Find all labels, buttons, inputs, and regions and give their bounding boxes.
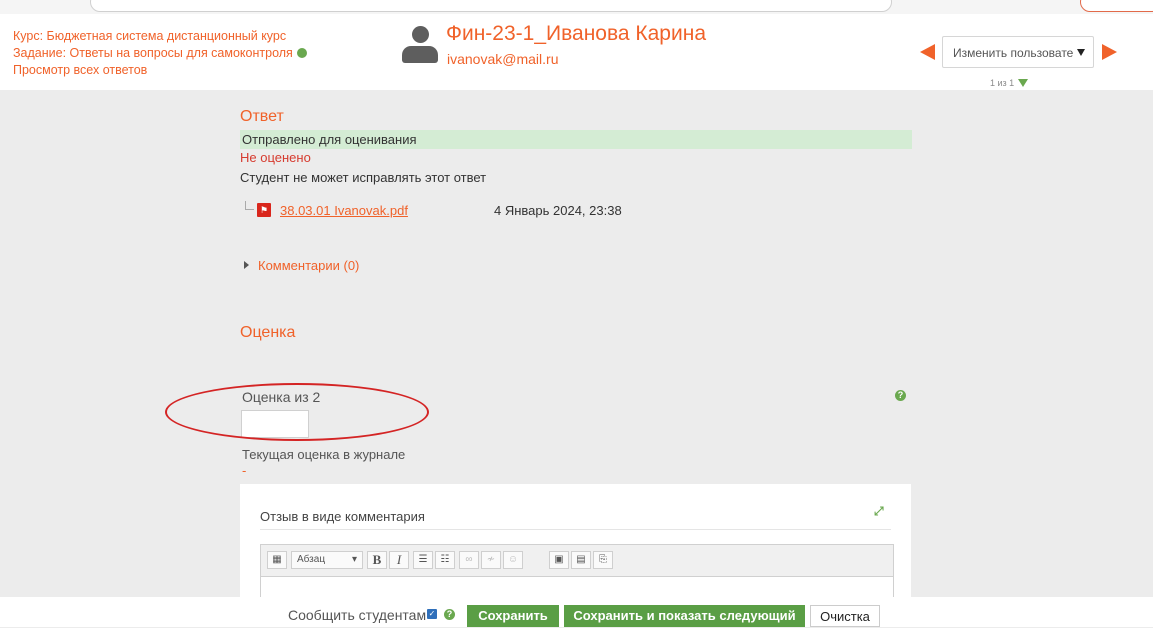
file-tree-connector	[245, 201, 254, 210]
chevron-down-icon: ▾	[351, 554, 357, 565]
image-icon[interactable]: ▣	[549, 551, 569, 569]
view-all-submissions-link[interactable]: Просмотр всех ответов	[13, 62, 307, 79]
toolbar-toggle-icon[interactable]: ▦	[267, 551, 287, 569]
submission-file-link[interactable]: 38.03.01 Ivanovak.pdf	[280, 203, 408, 218]
next-user-arrow-icon[interactable]	[1102, 44, 1117, 60]
divider	[260, 529, 891, 530]
profile-button[interactable]	[1080, 0, 1153, 12]
emoticon-icon[interactable]: ☺	[503, 551, 523, 569]
editor-toolbar: ▦ Абзац ▾ B I ☰ ☷ ∞ ≁ ☺ ▣ ▤ ⎘	[260, 544, 894, 577]
avatar-head-shape	[412, 26, 429, 43]
edit-status: Студент не может исправлять этот ответ	[240, 170, 487, 185]
manage-files-icon[interactable]: ⎘	[593, 551, 613, 569]
course-link[interactable]: Курс: Бюджетная система дистанционный ку…	[13, 28, 307, 45]
user-name[interactable]: Фин-23-1_Иванова Карина	[446, 22, 706, 46]
comments-toggle[interactable]: Комментарии (0)	[244, 258, 359, 273]
breadcrumb: Курс: Бюджетная система дистанционный ку…	[13, 28, 307, 79]
help-icon[interactable]: ?	[444, 609, 455, 620]
filter-icon[interactable]	[1018, 79, 1029, 87]
paragraph-format-label: Абзац	[297, 554, 326, 565]
media-icon[interactable]: ▤	[571, 551, 591, 569]
grade-heading: Оценка	[240, 324, 296, 341]
user-email[interactable]: ivanovak@mail.ru	[447, 51, 558, 67]
grader-header: Курс: Бюджетная система дистанционный ку…	[0, 14, 1153, 90]
grading-actions-bar: Сообщить студентам ✓ ? Сохранить Сохрани…	[0, 597, 1153, 627]
gear-icon[interactable]	[296, 48, 307, 58]
annotation-circle	[165, 383, 429, 441]
assignment-link-label: Задание: Ответы на вопросы для самоконтр…	[13, 46, 293, 60]
avatar	[402, 26, 438, 66]
pager: 1 из 1	[990, 78, 1029, 88]
pager-text: 1 из 1	[990, 78, 1015, 88]
current-grade-value: -	[242, 463, 247, 478]
save-and-next-button[interactable]: Сохранить и показать следующий	[564, 605, 805, 627]
chevron-down-icon	[1077, 49, 1085, 56]
unlink-icon[interactable]: ≁	[481, 551, 501, 569]
help-icon[interactable]: ?	[895, 390, 906, 401]
paragraph-format-select[interactable]: Абзац ▾	[291, 551, 363, 569]
notify-students-label: Сообщить студентам	[288, 607, 427, 623]
caret-right-icon	[244, 261, 249, 269]
submission-heading: Ответ	[240, 108, 284, 125]
assignment-link[interactable]: Задание: Ответы на вопросы для самоконтр…	[13, 45, 307, 62]
reset-button[interactable]: Очистка	[810, 605, 880, 627]
browser-toolbar-strip	[0, 0, 1153, 14]
change-user-select[interactable]: Изменить пользовате	[942, 36, 1094, 68]
current-grade-label: Текущая оценка в журнале	[242, 447, 406, 462]
previous-user-arrow-icon[interactable]	[920, 44, 935, 60]
save-button[interactable]: Сохранить	[467, 605, 559, 627]
change-user-select-label: Изменить пользовате	[953, 46, 1074, 60]
ordered-list-icon[interactable]: ☷	[435, 551, 455, 569]
feedback-title: Отзыв в виде комментария	[260, 509, 425, 524]
avatar-body-shape	[402, 46, 438, 63]
comments-toggle-label: Комментарии (0)	[258, 258, 360, 273]
unordered-list-icon[interactable]: ☰	[413, 551, 433, 569]
submission-file-date: 4 Январь 2024, 23:38	[494, 203, 622, 218]
address-bar[interactable]	[90, 0, 892, 12]
notify-students-checkbox[interactable]: ✓	[427, 609, 437, 619]
submission-status: Отправлено для оценивания	[240, 130, 912, 149]
bold-button[interactable]: B	[367, 551, 387, 569]
pdf-file-icon: ⚑	[257, 203, 271, 217]
link-icon[interactable]: ∞	[459, 551, 479, 569]
italic-button[interactable]: I	[389, 551, 409, 569]
expand-icon[interactable]: ⤢	[874, 504, 884, 519]
grading-status: Не оценено	[240, 150, 311, 165]
